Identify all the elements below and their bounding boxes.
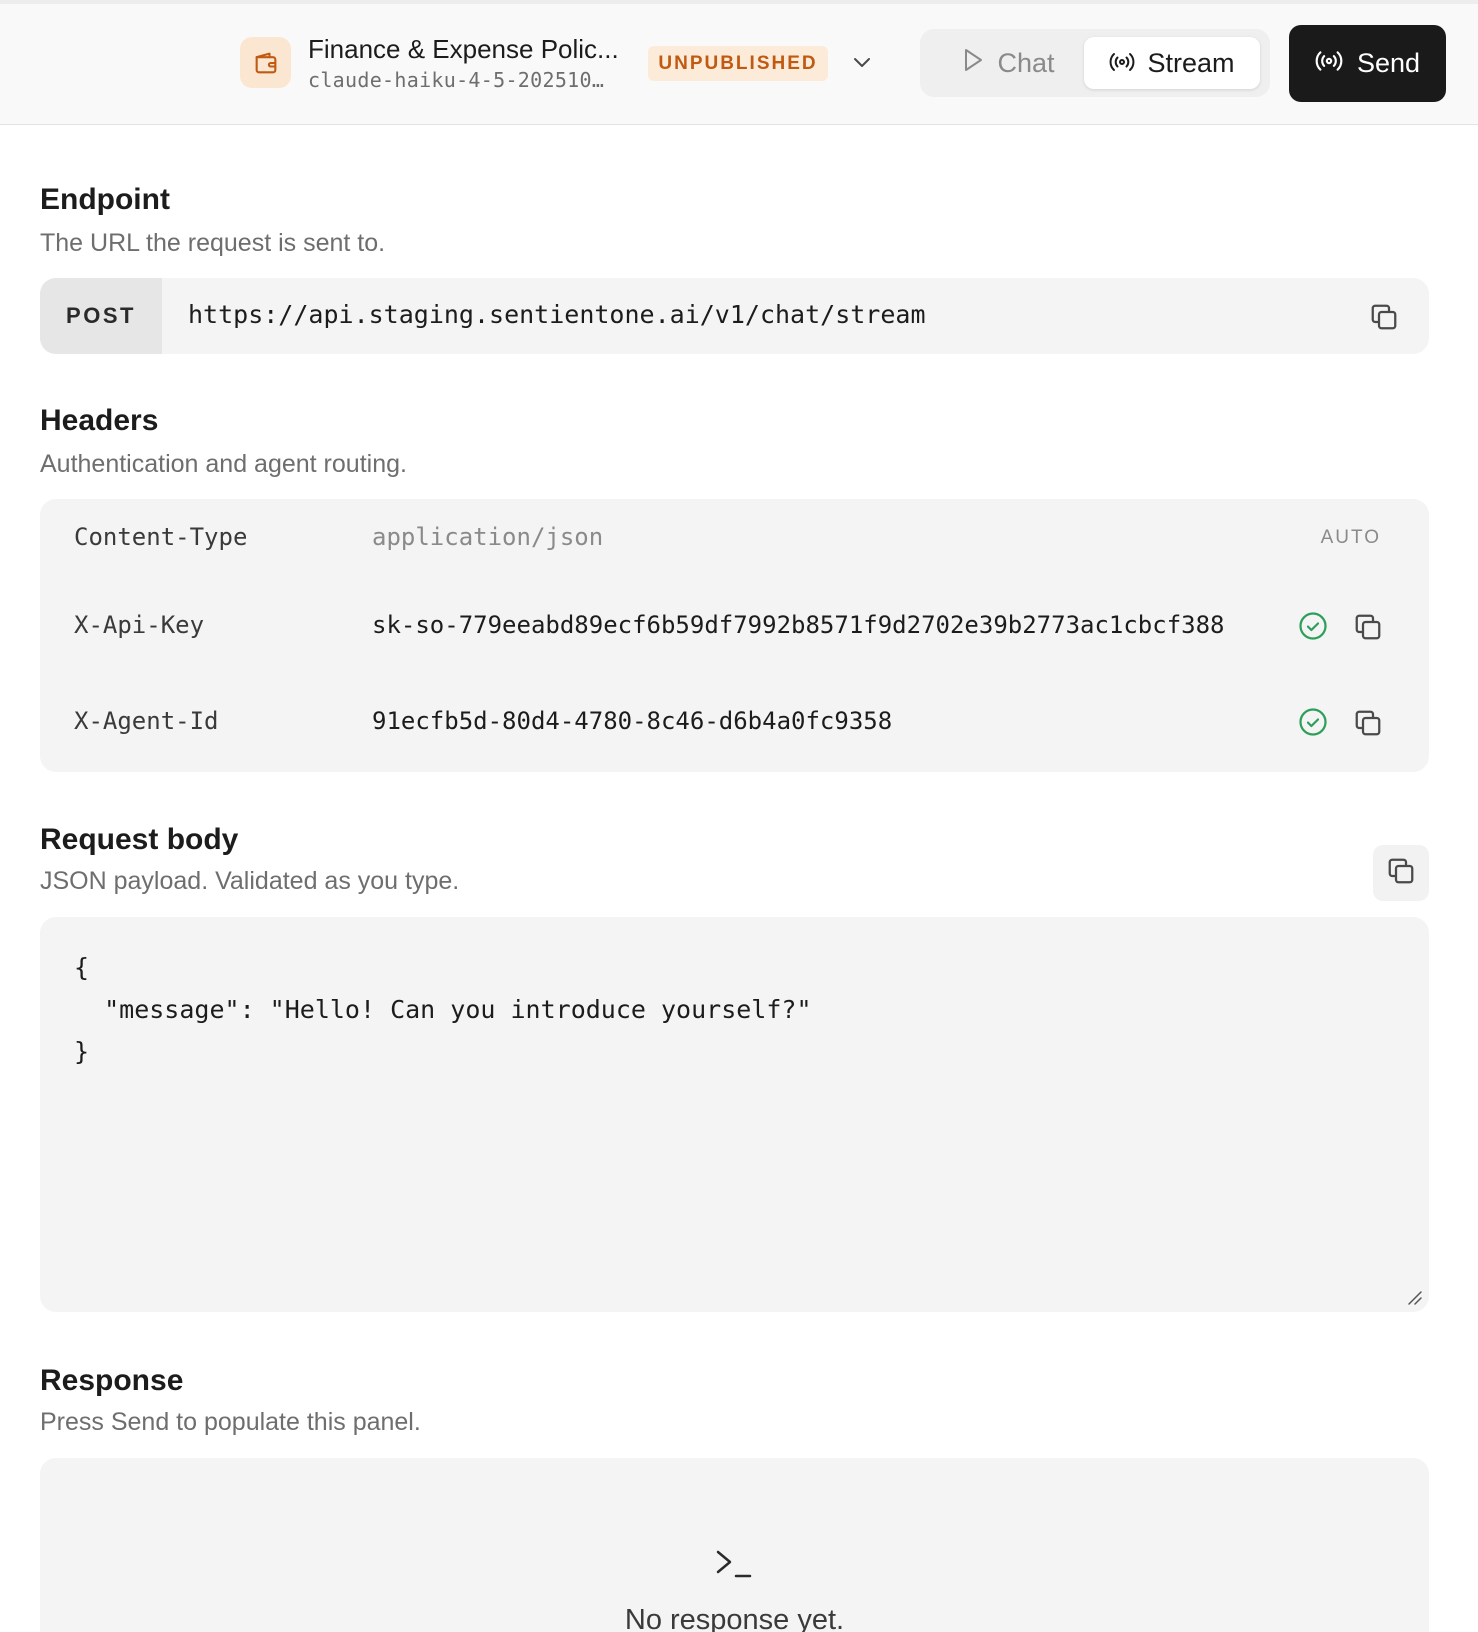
header-value-api-key[interactable]: sk-so-779eeabd89ecf6b59df7992b8571f9d270… (372, 611, 1314, 639)
copy-icon[interactable] (1351, 706, 1385, 740)
auto-tag: AUTO (1320, 527, 1381, 548)
copy-icon[interactable] (1367, 300, 1401, 334)
request-body-title: Request body (40, 823, 239, 856)
header-key: Content-Type (74, 523, 248, 551)
response-panel: No response yet. (40, 1458, 1429, 1632)
header-key: X-Agent-Id (74, 707, 219, 735)
header-value-agent-id[interactable]: 91ecfb5d-80d4-4780-8c46-d6b4a0fc9358 (372, 707, 1314, 735)
wallet-icon (240, 37, 291, 88)
http-method: POST (40, 278, 162, 354)
endpoint-bar: POST https://api.staging.sentientone.ai/… (40, 278, 1429, 354)
headers-subtitle: Authentication and agent routing. (40, 450, 407, 478)
broadcast-icon (1315, 48, 1343, 79)
status-badge: UNPUBLISHED (648, 46, 828, 81)
tab-stream-label: Stream (1147, 47, 1235, 78)
request-body-editor[interactable]: { "message": "Hello! Can you introduce y… (40, 917, 1429, 1312)
copy-icon[interactable] (1351, 610, 1385, 644)
headers-title: Headers (40, 404, 159, 437)
header-row: Content-Type application/json AUTO (40, 518, 1429, 558)
play-icon (961, 47, 985, 80)
tab-chat[interactable]: Chat (928, 37, 1088, 89)
empty-response-text: No response yet. (624, 1604, 845, 1632)
header-row: X-Agent-Id 91ecfb5d-80d4-4780-8c46-d6b4a… (40, 702, 1429, 742)
check-circle-icon (1297, 706, 1329, 738)
request-body-code[interactable]: { "message": "Hello! Can you introduce y… (74, 947, 812, 1073)
top-bar: Finance & Expense Polic... claude-haiku-… (0, 0, 1478, 125)
send-label: Send (1356, 48, 1421, 78)
tab-chat-label: Chat (997, 47, 1055, 78)
tab-stream[interactable]: Stream (1084, 37, 1260, 89)
copy-icon (1386, 856, 1416, 891)
endpoint-subtitle: The URL the request is sent to. (40, 229, 386, 257)
copy-body-button[interactable] (1373, 845, 1429, 901)
chevron-down-icon[interactable] (848, 48, 876, 76)
resize-handle-icon[interactable] (1405, 1288, 1423, 1306)
header-row: X-Api-Key sk-so-779eeabd89ecf6b59df7992b… (40, 606, 1429, 646)
endpoint-url[interactable]: https://api.staging.sentientone.ai/v1/ch… (188, 300, 926, 329)
mode-toggle: Chat Stream (920, 29, 1270, 97)
header-value: application/json (372, 523, 604, 551)
header-key: X-Api-Key (74, 611, 205, 639)
terminal-prompt-icon (712, 1544, 756, 1584)
check-circle-icon (1297, 610, 1329, 642)
endpoint-title: Endpoint (40, 183, 170, 216)
request-body-subtitle: JSON payload. Validated as you type. (40, 867, 460, 895)
agent-model: claude-haiku-4-5-202510… (308, 68, 605, 92)
top-strip (0, 0, 1478, 4)
send-button[interactable]: Send (1289, 25, 1446, 102)
agent-name[interactable]: Finance & Expense Polic... (308, 34, 619, 65)
broadcast-icon (1109, 48, 1135, 79)
response-title: Response (40, 1364, 184, 1397)
headers-table: Content-Type application/json AUTO X-Api… (40, 499, 1429, 772)
response-subtitle: Press Send to populate this panel. (40, 1408, 421, 1436)
